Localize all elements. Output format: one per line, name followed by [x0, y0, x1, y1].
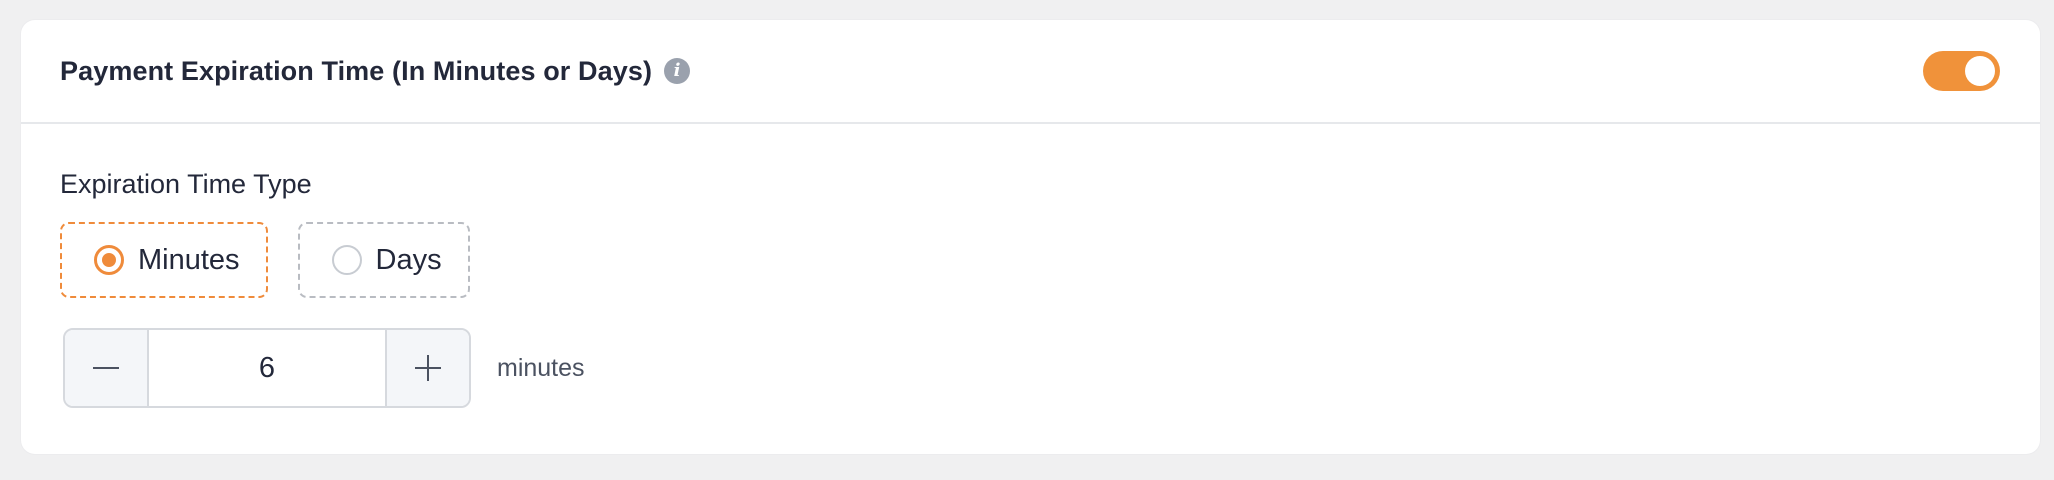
decrement-button[interactable] [65, 330, 149, 406]
payment-expiration-card: Payment Expiration Time (In Minutes or D… [21, 20, 2040, 454]
quantity-stepper [63, 328, 471, 408]
minus-icon [93, 367, 119, 369]
unit-label: minutes [497, 353, 585, 382]
radio-label-minutes: Minutes [138, 243, 240, 276]
plus-icon [415, 355, 441, 381]
section-title: Payment Expiration Time (In Minutes or D… [60, 55, 653, 86]
enable-toggle[interactable] [1923, 51, 2000, 91]
radio-unchecked-icon [331, 245, 362, 275]
increment-button[interactable] [385, 330, 469, 406]
card-body: Expiration Time Type Minutes Days 6 minu… [21, 124, 2040, 408]
expiration-value-input[interactable] [149, 330, 385, 406]
radio-label-days: Days [375, 243, 442, 276]
radio-checked-icon [94, 245, 124, 275]
toggle-knob [1965, 56, 1995, 86]
expiration-type-radio-group: Minutes Days [60, 222, 2001, 298]
card-header: Payment Expiration Time (In Minutes or D… [21, 20, 2040, 124]
radio-option-days[interactable]: Days [297, 222, 470, 298]
info-icon[interactable]: i [664, 58, 691, 84]
stepper-row: minutes [60, 328, 2001, 408]
radio-option-minutes[interactable]: Minutes [60, 222, 268, 298]
expiration-type-label: Expiration Time Type [60, 169, 312, 199]
